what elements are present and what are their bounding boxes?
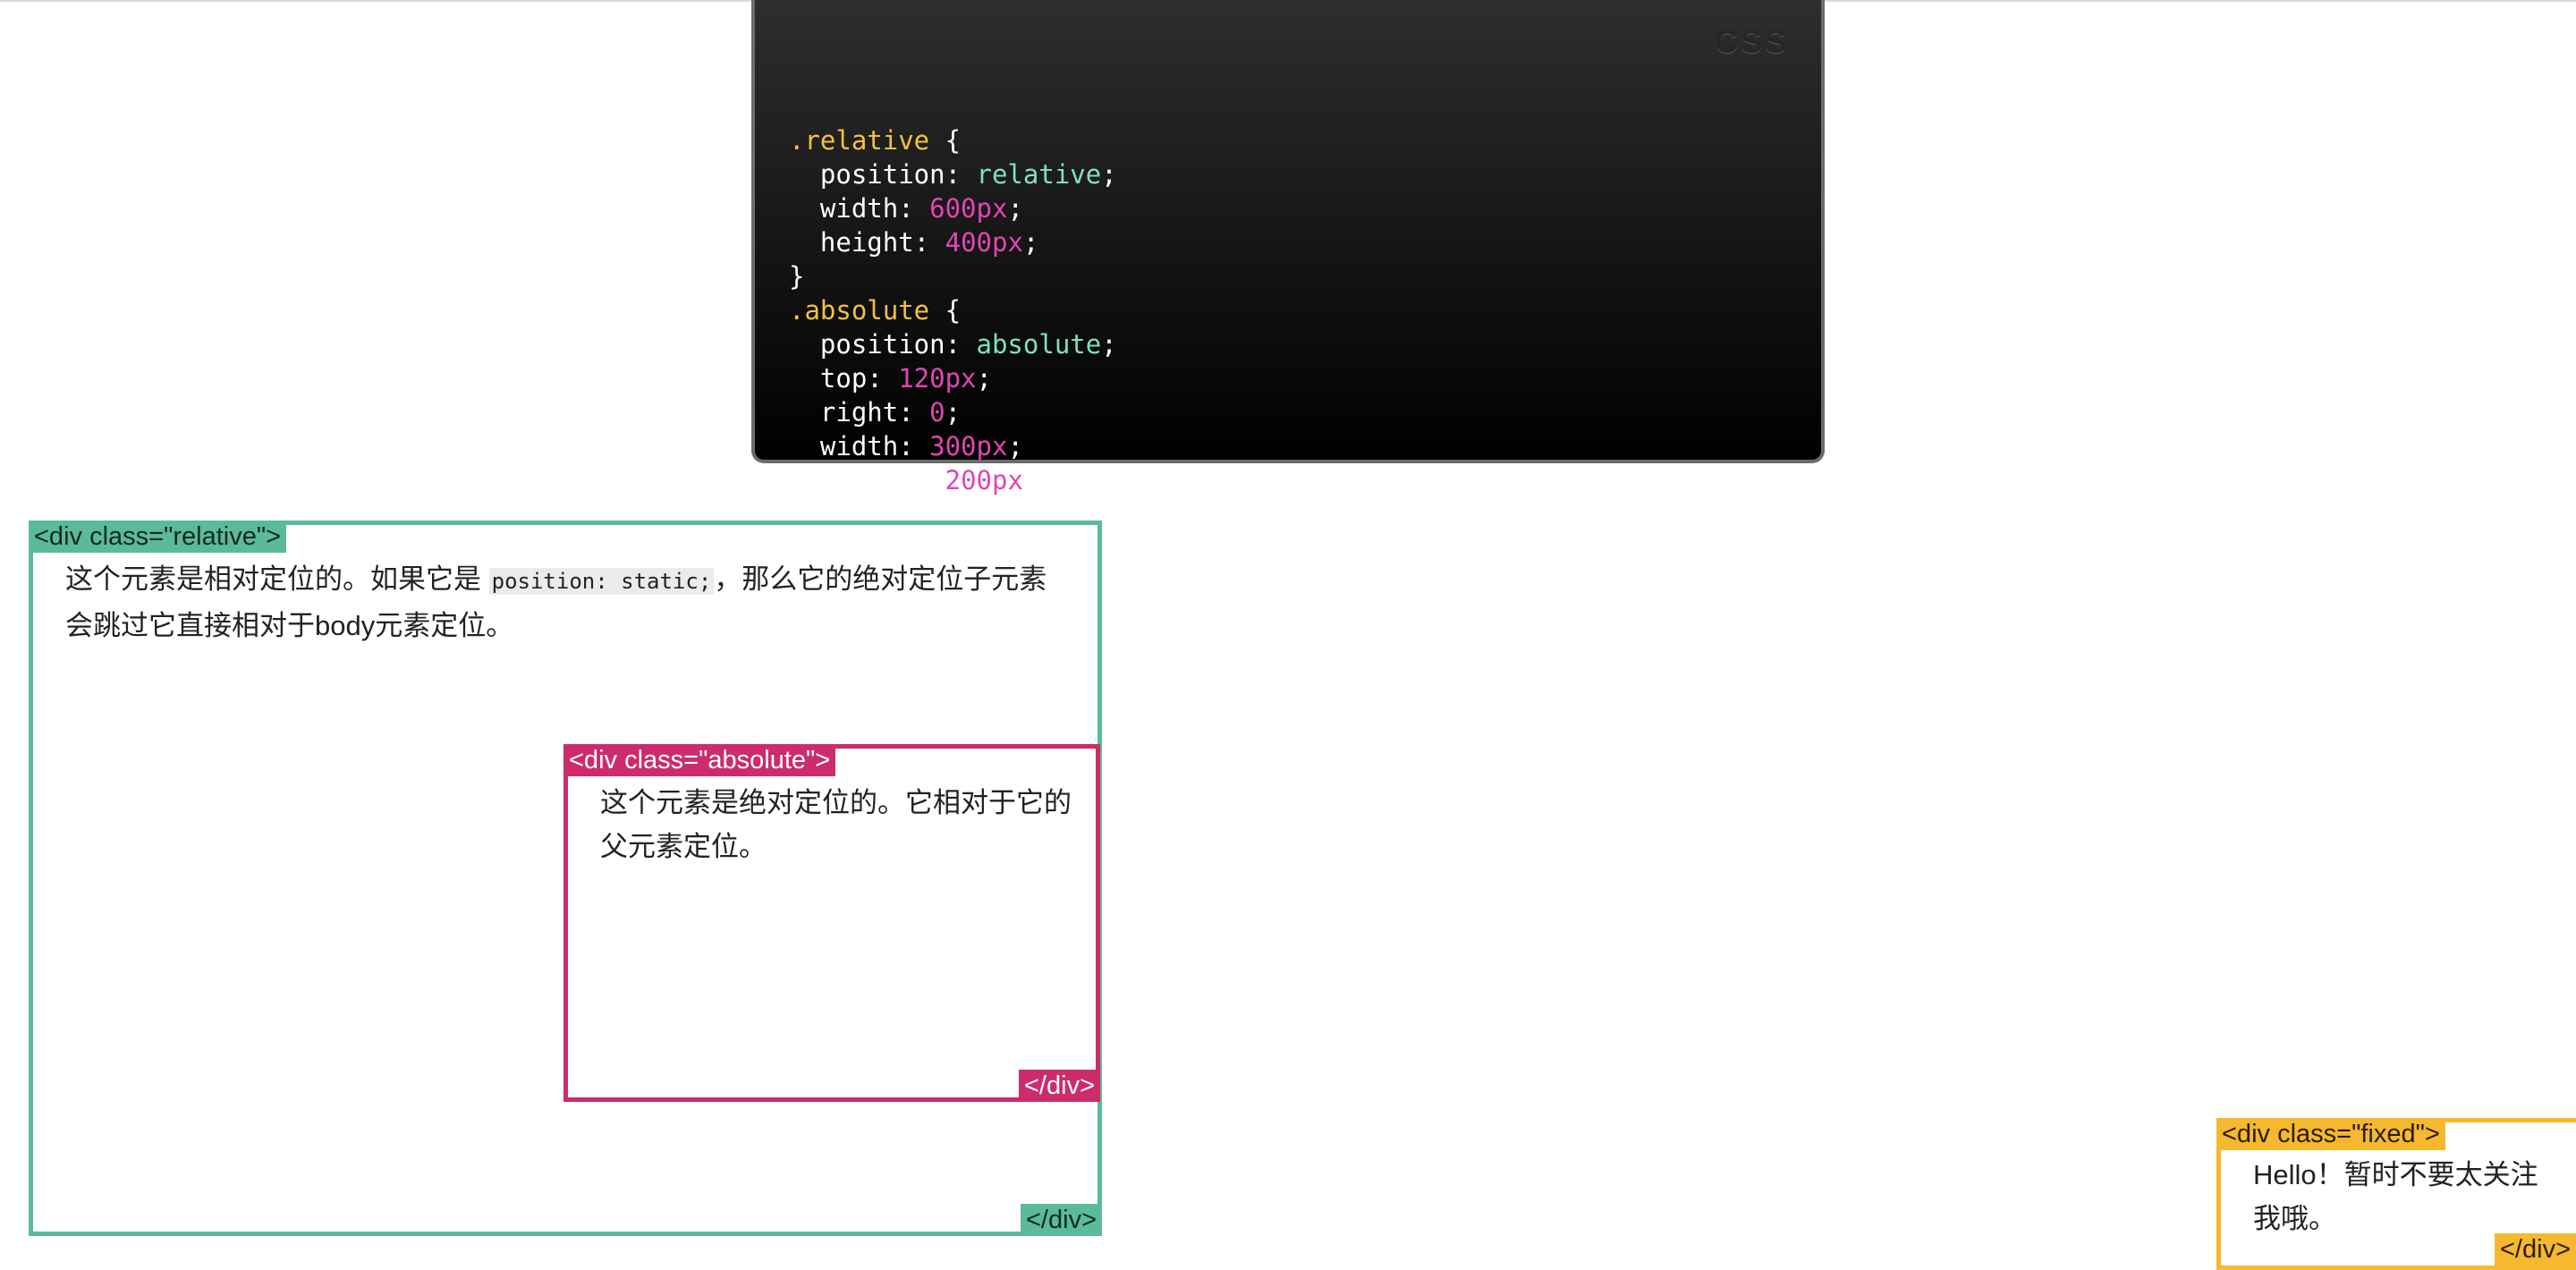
absolute-open-tag: <div class="absolute"> (564, 744, 836, 776)
fixed-demo-box: <div class="fixed"> Hello！暂时不要太关注我哦。 </d… (2216, 1118, 2576, 1270)
code-token: 0 (929, 397, 945, 428)
fixed-open-tag: <div class="fixed"> (2216, 1118, 2445, 1150)
code-token: right: (789, 397, 930, 428)
fixed-box-text: Hello！暂时不要太关注我哦。 (2253, 1159, 2538, 1234)
code-line: width: 300px; (789, 429, 1821, 463)
fixed-close-tag: </div> (2495, 1233, 2576, 1266)
code-lines: .relative { position: relative; width: 6… (789, 123, 1821, 531)
code-line: width: 600px; (789, 191, 1821, 225)
code-token: ; (976, 363, 992, 394)
code-token: .relative (789, 125, 930, 156)
code-token: height: (789, 227, 945, 258)
code-token: ; (1007, 193, 1023, 224)
code-language-label: CSS (1714, 23, 1789, 60)
relative-demo-box: <div class="relative"> 这个元素是相对定位的。如果它是 p… (29, 521, 1102, 1236)
code-token: 200px (945, 465, 1023, 495)
code-token: relative (976, 159, 1102, 190)
code-token: 120px (898, 363, 977, 394)
code-line: position: absolute; (789, 327, 1821, 361)
code-token: width: (789, 431, 930, 461)
code-token: ; (945, 397, 962, 428)
code-line: } (789, 259, 1821, 293)
relative-text-before: 这个元素是相对定位的。如果它是 (65, 563, 489, 595)
absolute-box-text: 这个元素是绝对定位的。它相对于它的父元素定位。 (600, 787, 1072, 862)
absolute-close-tag: </div> (1019, 1070, 1100, 1102)
code-line: height: 200px; (789, 463, 1821, 497)
code-token: { (929, 295, 962, 326)
code-token: .absolute (789, 295, 930, 326)
code-line: .relative { (789, 123, 1821, 157)
code-line: top: 120px; (789, 361, 1821, 395)
code-line: .absolute { (789, 293, 1821, 327)
code-token: ; (1022, 465, 1039, 495)
code-token: ; (1101, 159, 1117, 190)
code-token: top: (789, 363, 899, 394)
code-token: } (789, 261, 805, 292)
code-token: position: (789, 159, 977, 190)
code-line: right: 0; (789, 395, 1821, 429)
code-token: height: (789, 465, 945, 495)
code-token: 400px (945, 227, 1023, 258)
code-token: ; (1101, 329, 1117, 360)
inline-code-position-static: position: static; (488, 568, 715, 595)
relative-box-text: 这个元素是相对定位的。如果它是 position: static;，那么它的绝对… (65, 557, 1067, 648)
code-line: position: relative; (789, 157, 1821, 191)
code-token: 300px (929, 431, 1008, 461)
code-token: absolute (976, 329, 1102, 360)
code-token: ; (1007, 431, 1023, 461)
relative-open-tag: <div class="relative"> (29, 521, 287, 553)
code-token: { (929, 125, 962, 156)
code-line: height: 400px; (789, 225, 1821, 259)
code-token: 600px (929, 193, 1008, 224)
absolute-demo-box: <div class="absolute"> 这个元素是绝对定位的。它相对于它的… (564, 744, 1100, 1102)
relative-close-tag: </div> (1021, 1204, 1102, 1236)
css-code-block: CSS .relative { position: relative; widt… (751, 0, 1825, 529)
code-token: position: (789, 329, 977, 360)
code-token: width: (789, 193, 930, 224)
code-token: ; (1022, 227, 1039, 258)
